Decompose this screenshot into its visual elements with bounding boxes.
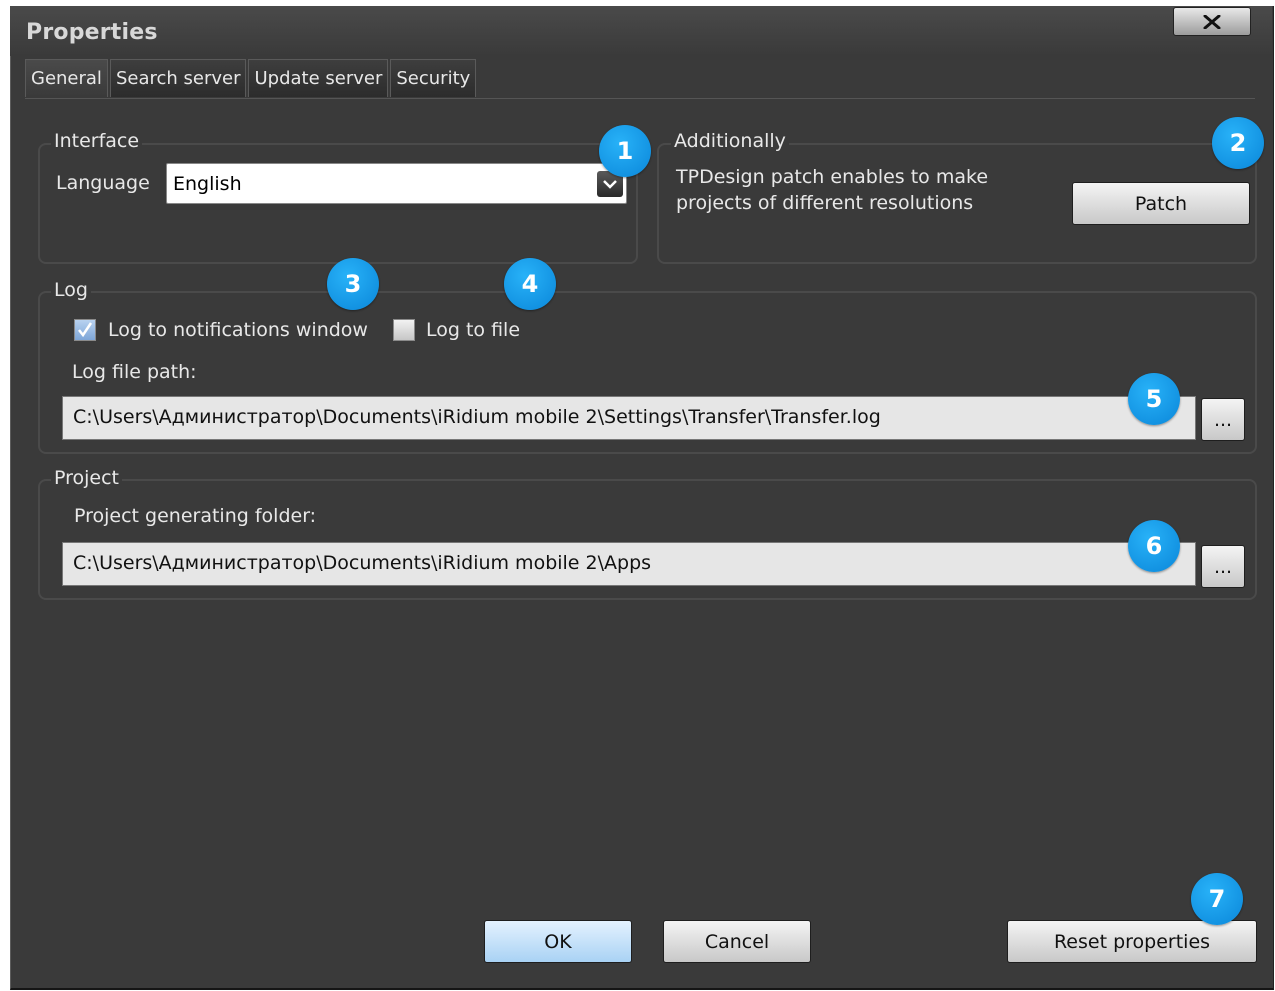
log-group-title: Log — [51, 279, 91, 301]
log-file-path-input[interactable]: C:\Users\Администратор\Documents\iRidium… — [62, 396, 1196, 440]
tab-divider — [25, 98, 1255, 99]
ok-button[interactable]: OK — [484, 920, 632, 963]
title-bar: Properties — [10, 6, 1272, 56]
log-file-path-label: Log file path: — [72, 361, 197, 383]
tab-security[interactable]: Security — [390, 59, 477, 97]
patch-button[interactable]: Patch — [1072, 182, 1250, 225]
interface-group-title: Interface — [51, 130, 143, 152]
project-folder-label: Project generating folder: — [74, 505, 317, 527]
log-to-file-checkbox[interactable] — [393, 319, 415, 341]
tab-general[interactable]: General — [25, 59, 108, 97]
callout-badge-6: 6 — [1128, 520, 1180, 572]
language-label: Language — [56, 172, 150, 194]
log-to-notifications-label[interactable]: Log to notifications window — [108, 319, 368, 341]
log-path-browse-button[interactable]: ... — [1201, 398, 1245, 441]
project-group-title: Project — [51, 467, 123, 489]
language-select[interactable]: English — [166, 163, 627, 204]
callout-badge-7: 7 — [1191, 873, 1243, 925]
callout-badge-3: 3 — [327, 258, 379, 310]
patch-description-line-1: TPDesign patch enables to make — [676, 166, 989, 188]
tab-search-server[interactable]: Search server — [109, 59, 247, 97]
log-to-notifications-checkbox[interactable] — [74, 319, 96, 341]
callout-badge-2: 2 — [1212, 117, 1264, 169]
callout-badge-1: 1 — [599, 125, 651, 177]
additionally-group-title: Additionally — [671, 130, 789, 152]
project-folder-value: C:\Users\Администратор\Documents\iRidium… — [73, 552, 652, 574]
window-title: Properties — [26, 20, 158, 45]
reset-properties-button[interactable]: Reset properties — [1007, 920, 1257, 963]
language-select-value: English — [173, 173, 242, 195]
callout-badge-5: 5 — [1128, 373, 1180, 425]
patch-description: TPDesign patch enables to make projects … — [676, 164, 988, 216]
log-to-file-label[interactable]: Log to file — [426, 319, 520, 341]
project-folder-browse-button[interactable]: ... — [1201, 545, 1245, 588]
tab-update-server[interactable]: Update server — [248, 59, 389, 97]
log-file-path-value: C:\Users\Администратор\Documents\iRidium… — [73, 406, 881, 428]
cancel-button[interactable]: Cancel — [663, 920, 811, 963]
tab-bar: General Search server Update server Secu… — [25, 59, 478, 99]
close-button[interactable] — [1173, 7, 1251, 36]
callout-badge-4: 4 — [504, 258, 556, 310]
project-folder-input[interactable]: C:\Users\Администратор\Documents\iRidium… — [62, 542, 1196, 586]
patch-description-line-2: projects of different resolutions — [676, 192, 974, 214]
